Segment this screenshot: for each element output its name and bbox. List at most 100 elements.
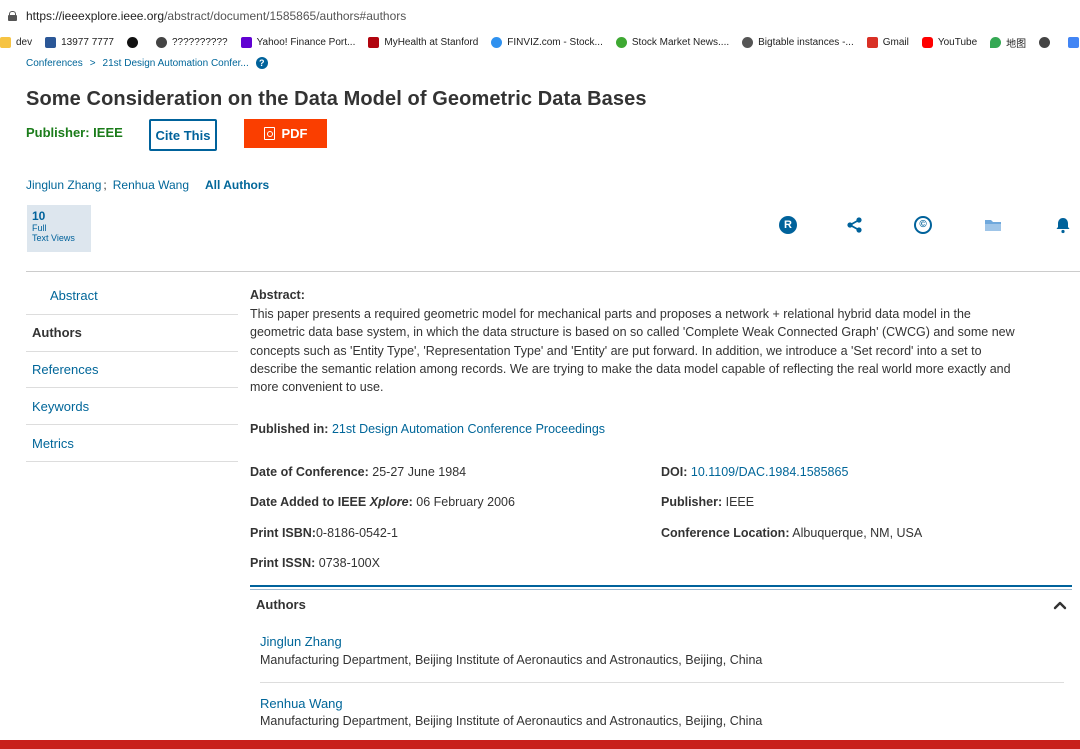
xplore-label: Xplore xyxy=(369,495,409,509)
url-path: /abstract/document/1585865/authors#autho… xyxy=(164,9,407,23)
author-list: Jinglun Zhang ; Renhua Wang All Authors xyxy=(26,178,269,192)
publisher-meta-label: Publisher: xyxy=(661,495,723,509)
folder-icon[interactable] xyxy=(984,216,1002,234)
address-bar[interactable]: https://ieeexplore.ieee.org/abstract/doc… xyxy=(0,0,1080,32)
bookmark-stock-market-news[interactable]: Stock Market News.... xyxy=(615,36,729,48)
bookmark-myhealth[interactable]: MyHealth at Stanford xyxy=(368,36,478,48)
folder-icon xyxy=(0,36,11,48)
breadcrumb-conference[interactable]: 21st Design Automation Confer... xyxy=(103,58,249,69)
author-link-2[interactable]: Renhua Wang xyxy=(113,178,189,192)
authors-panel-border xyxy=(250,585,1072,587)
bookmark-3[interactable] xyxy=(126,36,143,48)
bookmark-4[interactable]: ?????????? xyxy=(155,36,228,48)
all-authors-link[interactable]: All Authors xyxy=(205,178,269,192)
abstract-text: This paper presents a required geometric… xyxy=(250,305,1066,396)
conference-location: Conference Location: Albuquerque, NM, US… xyxy=(661,526,922,540)
date-added-label: Date Added to IEEE xyxy=(250,495,367,509)
news-icon xyxy=(615,36,627,48)
site-icon xyxy=(45,36,57,48)
doi-link[interactable]: 10.1109/DAC.1984.1585865 xyxy=(691,465,849,479)
breadcrumb-conferences[interactable]: Conferences xyxy=(26,58,83,69)
date-of-conference-label: Date of Conference: xyxy=(250,465,369,479)
print-isbn-label: Print ISBN: xyxy=(250,526,316,540)
publisher-label: Publisher: IEEE xyxy=(26,125,123,140)
bookmark-dev[interactable]: dev xyxy=(0,36,32,48)
footer-bar xyxy=(0,740,1080,749)
date-of-conference-value: 25-27 June 1984 xyxy=(372,465,467,479)
publisher: Publisher: IEEE xyxy=(661,495,754,509)
url-host: https://ieeexplore.ieee.org xyxy=(26,9,165,23)
translate-icon xyxy=(1068,36,1080,48)
conference-location-value: Albuquerque, NM, USA xyxy=(792,526,923,540)
page-title: Some Consideration on the Data Model of … xyxy=(26,88,647,110)
abstract-line: This paper presents a required geometric… xyxy=(250,307,971,321)
nav-authors[interactable]: Authors xyxy=(26,315,238,352)
views-label: Full xyxy=(32,223,47,233)
author-divider xyxy=(260,682,1064,683)
bookmark-2[interactable]: 13977 7777 xyxy=(45,36,114,48)
bookmarks-bar: dev 13977 7777 ?????????? Yahoo! Finance… xyxy=(0,32,1080,52)
nav-abstract[interactable]: Abstract xyxy=(26,278,238,315)
bookmark-gmail[interactable]: Gmail xyxy=(866,36,909,48)
views-count: 10 xyxy=(32,209,46,223)
print-issn: Print ISSN: 0738-100X xyxy=(250,556,380,570)
abstract-line: geometric data base system, in which the… xyxy=(250,325,1015,340)
copyright-icon[interactable]: © xyxy=(914,216,932,234)
author-name-link[interactable]: Jinglun Zhang xyxy=(260,634,342,649)
bookmark-maps[interactable]: 地图 xyxy=(990,35,1026,50)
doi-label: DOI: xyxy=(661,465,688,479)
date-of-conference: Date of Conference: 25-27 June 1984 xyxy=(250,465,466,479)
date-added: Date Added to IEEE Xplore: 06 February 2… xyxy=(250,495,515,509)
bookmark-yahoo-finance[interactable]: Yahoo! Finance Port... xyxy=(240,36,355,48)
bookmark-youtube[interactable]: YouTube xyxy=(921,36,977,48)
conference-location-label: Conference Location: xyxy=(661,526,790,540)
pdf-icon xyxy=(263,127,275,140)
nav-references[interactable]: References xyxy=(26,352,238,389)
views-label-2: Text Views xyxy=(32,233,75,243)
cite-this-button[interactable]: Cite This xyxy=(149,119,217,151)
abstract-line: describe the semantic relation among rec… xyxy=(250,361,1011,376)
author-link-1[interactable]: Jinglun Zhang xyxy=(26,178,101,192)
authors-section-heading[interactable]: Authors xyxy=(256,597,306,612)
document-sidenav: Abstract Authors References Keywords Met… xyxy=(26,278,238,462)
print-isbn-value: 0-8186-0542-1 xyxy=(315,526,398,540)
gear-icon xyxy=(742,36,754,48)
yahoo-icon xyxy=(240,36,252,48)
published-in-label: Published in: xyxy=(250,422,329,436)
print-isbn: Print ISBN:0-8186-0542-1 xyxy=(250,526,398,540)
print-issn-value: 0738-100X xyxy=(318,556,380,570)
bookmark-13[interactable] xyxy=(1039,36,1055,48)
rights-permissions-icon[interactable]: R xyxy=(779,216,797,234)
bell-icon[interactable] xyxy=(1054,216,1072,234)
nav-keywords[interactable]: Keywords xyxy=(26,388,238,426)
globe-icon xyxy=(1039,36,1051,48)
help-icon[interactable]: ? xyxy=(255,57,268,69)
gmail-icon xyxy=(866,36,878,48)
share-icon[interactable] xyxy=(846,216,864,234)
finviz-icon xyxy=(491,36,503,48)
globe-icon xyxy=(155,36,167,48)
shield-icon xyxy=(368,36,380,48)
published-in-link[interactable]: 21st Design Automation Conference Procee… xyxy=(332,422,605,436)
breadcrumb-separator: > xyxy=(89,57,96,69)
author-affiliation: Manufacturing Department, Beijing Instit… xyxy=(260,653,763,667)
bookmark-bigtable[interactable]: Bigtable instances -... xyxy=(742,36,854,48)
lock-icon xyxy=(8,11,17,21)
published-in: Published in: 21st Design Automation Con… xyxy=(250,422,605,436)
full-text-views-badge: 10 Full Text Views xyxy=(27,205,91,252)
author-affiliation: Manufacturing Department, Beijing Instit… xyxy=(260,714,763,728)
bookmark-finviz[interactable]: FINVIZ.com - Stock... xyxy=(491,36,603,48)
nav-metrics[interactable]: Metrics xyxy=(26,425,238,462)
youtube-icon xyxy=(921,36,933,48)
abstract-line: concepts such as 'Entity Type', 'Represe… xyxy=(250,343,982,358)
breadcrumb: Conferences > 21st Design Automation Con… xyxy=(26,57,268,69)
chevron-up-icon[interactable] xyxy=(1053,598,1067,610)
date-added-value: 06 February 2006 xyxy=(416,495,515,509)
abstract-line: more convenient to use. xyxy=(250,380,384,395)
bookmark-14[interactable] xyxy=(1068,36,1080,48)
authors-panel-border-inner xyxy=(250,589,1072,590)
author-name-link[interactable]: Renhua Wang xyxy=(260,696,343,711)
author-separator: ; xyxy=(103,178,107,192)
doi: DOI: 10.1109/DAC.1984.1585865 xyxy=(661,465,848,479)
pdf-button[interactable]: PDF xyxy=(244,119,327,148)
